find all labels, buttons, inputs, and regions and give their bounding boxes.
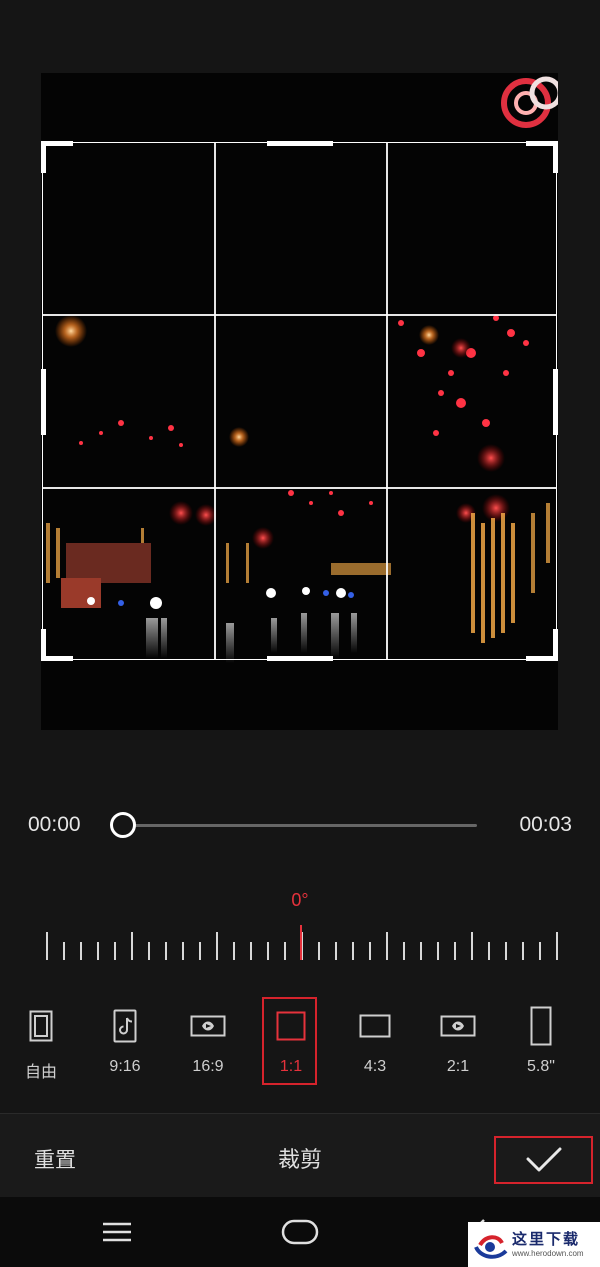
crop-frame[interactable] — [41, 141, 558, 661]
rotation-angle: 0° — [291, 890, 309, 910]
ruler-tick — [63, 942, 65, 960]
ruler-tick — [386, 932, 388, 960]
ratio-options: 自由 9:16 16:9 1:1 4:3 2:1 5.8" — [0, 1000, 600, 1085]
video-2-1-icon — [440, 1015, 476, 1037]
start-time: 00:00 — [28, 813, 81, 836]
crop-handle-bottom-left[interactable] — [41, 629, 46, 661]
watermark-text: 这里下载 — [512, 1232, 581, 1248]
ruler-tick — [216, 932, 218, 960]
crop-handle-bottom[interactable] — [267, 656, 333, 661]
ruler-tick — [420, 942, 422, 960]
ratio-label: 16:9 — [192, 1058, 224, 1075]
ratio-label: 2:1 — [446, 1058, 470, 1075]
ruler-tick — [199, 942, 201, 960]
ruler-tick — [182, 942, 184, 960]
ruler-tick — [284, 942, 286, 960]
free-crop-icon — [29, 1010, 53, 1042]
ruler-tick — [539, 942, 541, 960]
ratio-label: 5.8" — [527, 1058, 555, 1075]
ratio-2-1[interactable]: 2:1 — [428, 1000, 488, 1085]
ruler-tick — [250, 942, 252, 960]
confirm-button[interactable] — [494, 1136, 593, 1184]
ruler-tick — [335, 942, 337, 960]
ruler-tick — [46, 932, 48, 960]
ratio-free[interactable]: 自由 — [11, 1000, 71, 1085]
crop-handle-top-right[interactable] — [553, 141, 558, 173]
menu-button[interactable] — [97, 1215, 137, 1249]
menu-icon — [103, 1222, 131, 1242]
ruler-tick — [403, 942, 405, 960]
ruler-tick — [267, 942, 269, 960]
tiktok-9-16-icon — [113, 1009, 137, 1043]
ratio-1-1[interactable]: 1:1 — [261, 1000, 321, 1085]
ruler-tick — [165, 942, 167, 960]
crop-handle-top[interactable] — [267, 141, 333, 146]
ruler-tick — [369, 942, 371, 960]
crop-handle-right[interactable] — [553, 369, 558, 435]
ruler-tick — [114, 942, 116, 960]
grid-line — [214, 143, 216, 659]
ruler-tick — [148, 942, 150, 960]
ruler-tick — [488, 942, 490, 960]
ruler-tick — [352, 942, 354, 960]
grid-line — [43, 487, 556, 489]
ratio-label: 9:16 — [109, 1058, 141, 1075]
watermark-logo — [474, 1235, 508, 1259]
rotation-indicator — [300, 925, 302, 960]
ruler-tick — [471, 932, 473, 960]
crop-handle-left[interactable] — [41, 369, 46, 435]
ruler-tick — [505, 942, 507, 960]
action-bar: 重置 裁剪 — [0, 1113, 600, 1197]
ruler-tick — [318, 942, 320, 960]
ratio-16-9[interactable]: 16:9 — [178, 1000, 238, 1085]
ratio-4-3[interactable]: 4:3 — [345, 1000, 405, 1085]
watermark-url: www.herodown.com — [512, 1249, 584, 1258]
ruler-tick — [233, 942, 235, 960]
seek-bar[interactable] — [123, 824, 477, 827]
ratio-9-16[interactable]: 9:16 — [95, 1000, 155, 1085]
end-time: 00:03 — [519, 813, 572, 836]
ruler-tick — [454, 942, 456, 960]
home-button[interactable] — [280, 1215, 320, 1249]
video-16-9-icon — [190, 1015, 226, 1037]
ratio-label: 自由 — [24, 1064, 57, 1081]
crop-handle-bottom-right[interactable] — [553, 629, 558, 661]
grid-line — [43, 314, 556, 316]
ratio-label: 1:1 — [279, 1058, 303, 1075]
square-1-1-icon — [276, 1011, 306, 1041]
ruler-tick — [437, 942, 439, 960]
check-icon — [526, 1147, 561, 1172]
reset-button[interactable]: 重置 — [34, 1144, 76, 1174]
ratio-label: 4:3 — [363, 1058, 387, 1075]
watermark: 这里下载 www.herodown.com — [468, 1222, 600, 1267]
home-icon — [281, 1219, 319, 1245]
ratio-5-8[interactable]: 5.8" — [511, 1000, 571, 1085]
ruler-tick — [522, 942, 524, 960]
rect-4-3-icon — [359, 1014, 391, 1038]
ruler-tick — [131, 932, 133, 960]
ruler-tick — [97, 942, 99, 960]
ruler-tick — [80, 942, 82, 960]
ruler-tick — [556, 932, 558, 960]
grid-line — [386, 143, 388, 659]
crop-handle-top-left[interactable] — [41, 141, 46, 173]
phone-5-8-icon — [530, 1006, 552, 1046]
seek-thumb[interactable] — [110, 812, 136, 838]
